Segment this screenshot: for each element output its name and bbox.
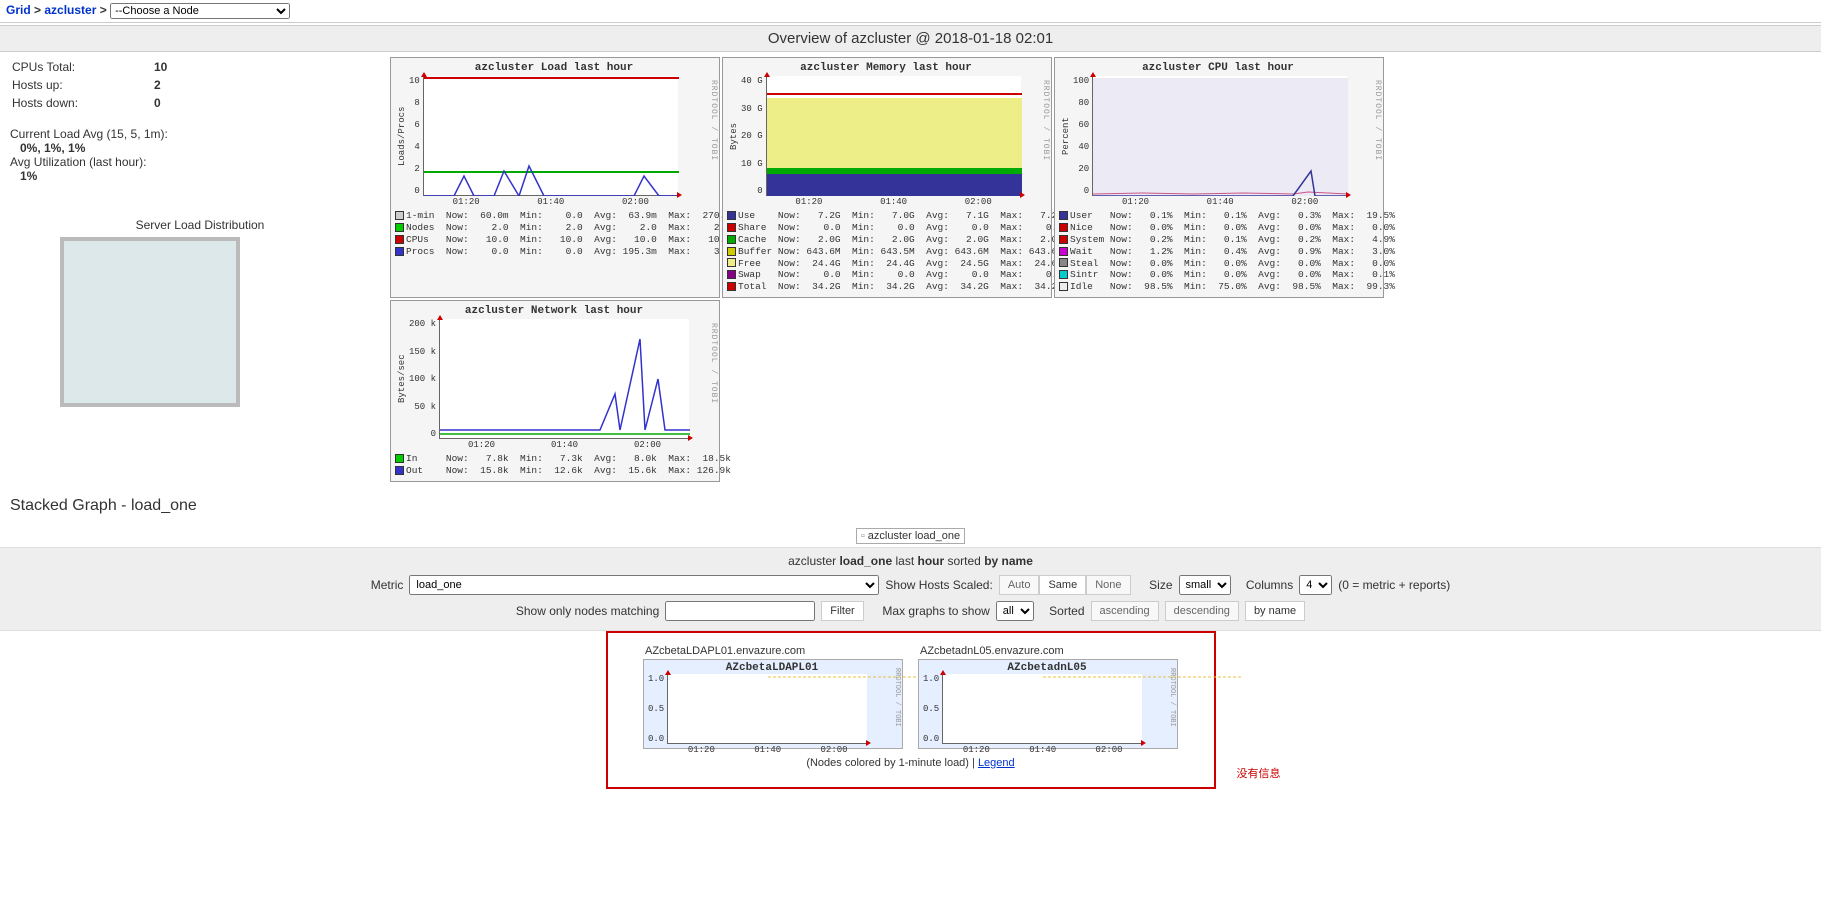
chart-memory: RRDTOOL / TOBI azcluster Memory last hou… — [722, 57, 1052, 298]
breadcrumb-cluster[interactable]: azcluster — [44, 3, 96, 17]
filter-button[interactable]: Filter — [821, 601, 863, 621]
breadcrumb: Grid > azcluster > --Choose a Node — [0, 0, 1821, 23]
overview-section: CPUs Total:10 Hosts up:2 Hosts down:0 Cu… — [0, 52, 1821, 487]
scale-same[interactable]: Same — [1039, 575, 1086, 595]
filter-bar: azcluster load_one last hour sorted by n… — [0, 547, 1821, 631]
stats-table: CPUs Total:10 Hosts up:2 Hosts down:0 — [10, 57, 169, 113]
host-card[interactable]: AZcbetaLDAPL01.envazure.comRRDTOOL / TOB… — [643, 643, 903, 749]
charts-column: RRDTOOL / TOBI azcluster Load last hour … — [390, 57, 1811, 482]
match-input[interactable] — [665, 601, 815, 621]
chart-network: RRDTOOL / TOBI azcluster Network last ho… — [390, 300, 720, 482]
no-info-note: 没有信息 — [1237, 765, 1281, 781]
scale-none[interactable]: None — [1086, 575, 1130, 595]
sort-desc[interactable]: descending — [1165, 601, 1239, 621]
scale-auto[interactable]: Auto — [999, 575, 1040, 595]
scale-buttons: Auto Same None — [999, 575, 1131, 595]
hosts-box: AZcbetaLDAPL01.envazure.comRRDTOOL / TOB… — [606, 631, 1216, 789]
stats-column: CPUs Total:10 Hosts up:2 Hosts down:0 Cu… — [10, 57, 390, 407]
maxgraphs-select[interactable]: all — [996, 601, 1034, 621]
stacked-graph-title: Stacked Graph - load_one — [0, 487, 1821, 525]
metric-select[interactable]: load_one — [409, 575, 879, 595]
node-select[interactable]: --Choose a Node — [110, 3, 290, 19]
stacked-graph-placeholder: azcluster load_one — [0, 525, 1821, 547]
server-load-dist-title: Server Load Distribution — [10, 218, 390, 232]
host-card[interactable]: AZcbetadnL05.envazure.comRRDTOOL / TOBIA… — [918, 643, 1178, 749]
chart-cpu: RRDTOOL / TOBI azcluster CPU last hour P… — [1054, 57, 1384, 298]
chart-load: RRDTOOL / TOBI azcluster Load last hour … — [390, 57, 720, 298]
size-select[interactable]: small — [1179, 575, 1231, 595]
breadcrumb-grid[interactable]: Grid — [6, 3, 31, 17]
sort-byname[interactable]: by name — [1245, 601, 1305, 621]
server-load-dist-box — [60, 237, 240, 407]
sorted-description: azcluster load_one last hour sorted by n… — [6, 554, 1815, 572]
legend-link[interactable]: Legend — [978, 757, 1015, 769]
sort-asc[interactable]: ascending — [1091, 601, 1159, 621]
columns-select[interactable]: 4 — [1299, 575, 1332, 595]
page-title: Overview of azcluster @ 2018-01-18 02:01 — [0, 25, 1821, 52]
